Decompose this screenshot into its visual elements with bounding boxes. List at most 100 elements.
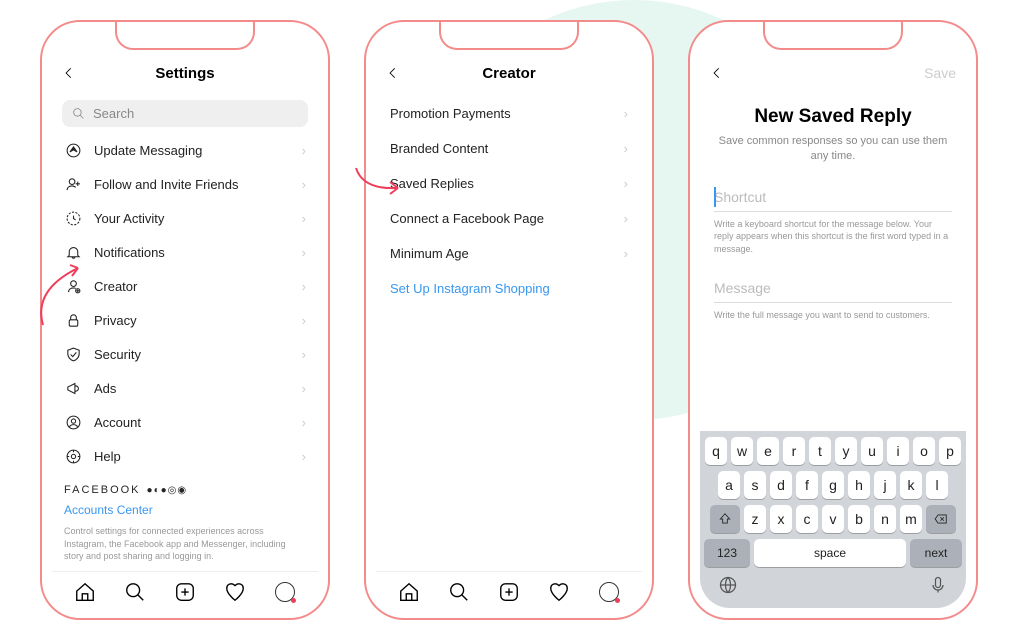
header: Save [700, 46, 966, 96]
key-j[interactable]: j [874, 471, 896, 499]
message-input[interactable]: Message [714, 274, 952, 303]
brand-icons: ●◐●◎◉ [147, 484, 188, 498]
settings-row-label: Update Messaging [94, 143, 290, 158]
shortcut-input[interactable]: Shortcut [714, 183, 952, 212]
chevron-right-icon: › [302, 211, 306, 226]
backspace-icon [933, 512, 949, 526]
globe-icon [718, 575, 738, 595]
settings-row-activity[interactable]: Your Activity › [52, 201, 318, 235]
invite-icon [64, 175, 82, 193]
messaging-icon [64, 141, 82, 159]
creator-row[interactable]: Saved Replies› [376, 166, 642, 201]
key-w[interactable]: w [731, 437, 753, 465]
creator-row[interactable]: Branded Content› [376, 131, 642, 166]
arrow-annotation-saved-replies [348, 158, 408, 208]
key-e[interactable]: e [757, 437, 779, 465]
tab-activity[interactable] [223, 580, 247, 604]
key-mic[interactable] [928, 575, 948, 600]
accounts-center-link[interactable]: Accounts Center [64, 502, 306, 519]
chevron-right-icon: › [624, 176, 628, 191]
key-t[interactable]: t [809, 437, 831, 465]
settings-row-messaging[interactable]: Update Messaging› [52, 133, 318, 167]
settings-row-label: Notifications [94, 245, 290, 260]
search-input[interactable]: Search [62, 100, 308, 127]
key-m[interactable]: m [900, 505, 922, 533]
creator-row[interactable]: Minimum Age› [376, 236, 642, 271]
key-c[interactable]: c [796, 505, 818, 533]
key-backspace[interactable] [926, 505, 956, 533]
tab-activity[interactable] [547, 580, 571, 604]
creator-row[interactable]: Connect a Facebook Page› [376, 201, 642, 236]
tab-profile[interactable] [273, 580, 297, 604]
settings-row-shield[interactable]: Security› [52, 337, 318, 371]
key-a[interactable]: a [718, 471, 740, 499]
chevron-right-icon: › [302, 245, 306, 260]
key-q[interactable]: q [705, 437, 727, 465]
save-button[interactable]: Save [916, 65, 956, 81]
key-v[interactable]: v [822, 505, 844, 533]
creator-row-label: Branded Content [390, 141, 612, 156]
search-placeholder: Search [93, 106, 134, 121]
chevron-right-icon: › [302, 279, 306, 294]
search-icon [72, 107, 85, 120]
creator-row-label: Connect a Facebook Page [390, 211, 612, 226]
page-title: Settings [82, 65, 288, 82]
ios-keyboard: qwertyuiop asdfghjkl zxcvbnm 123 space n… [700, 431, 966, 608]
tab-create[interactable] [173, 580, 197, 604]
settings-row-invite[interactable]: Follow and Invite Friends› [52, 167, 318, 201]
key-n[interactable]: n [874, 505, 896, 533]
tab-home[interactable] [397, 580, 421, 604]
key-x[interactable]: x [770, 505, 792, 533]
chevron-right-icon: › [302, 177, 306, 192]
key-r[interactable]: r [783, 437, 805, 465]
key-k[interactable]: k [900, 471, 922, 499]
footer: FACEBOOK ●◐●◎◉ Accounts Center Control s… [52, 473, 318, 571]
key-y[interactable]: y [835, 437, 857, 465]
tab-search[interactable] [447, 580, 471, 604]
chevron-right-icon: › [302, 313, 306, 328]
nsr-subtitle: Save common responses so you can use the… [718, 134, 948, 165]
key-shift[interactable] [710, 505, 740, 533]
key-o[interactable]: o [913, 437, 935, 465]
settings-row-label: Creator [94, 279, 290, 294]
key-h[interactable]: h [848, 471, 870, 499]
tab-bar [376, 571, 642, 608]
key-next[interactable]: next [910, 539, 962, 567]
tab-home[interactable] [73, 580, 97, 604]
chevron-right-icon: › [624, 246, 628, 261]
key-p[interactable]: p [939, 437, 961, 465]
plus-icon [498, 581, 520, 603]
settings-row-ads[interactable]: Ads› [52, 371, 318, 405]
chevron-right-icon: › [624, 106, 628, 121]
tab-create[interactable] [497, 580, 521, 604]
key-emoji[interactable] [718, 575, 738, 600]
key-u[interactable]: u [861, 437, 883, 465]
setup-shopping-link[interactable]: Set Up Instagram Shopping [376, 271, 642, 306]
key-g[interactable]: g [822, 471, 844, 499]
creator-row[interactable]: Promotion Payments› [376, 96, 642, 131]
key-space[interactable]: space [754, 539, 906, 567]
settings-row-help[interactable]: Help› [52, 439, 318, 473]
tab-search[interactable] [123, 580, 147, 604]
settings-row-label: Your Activity [94, 211, 290, 226]
page-title: Creator [406, 65, 612, 82]
tab-profile[interactable] [597, 580, 621, 604]
key-d[interactable]: d [770, 471, 792, 499]
key-i[interactable]: i [887, 437, 909, 465]
back-button[interactable] [386, 60, 406, 86]
key-z[interactable]: z [744, 505, 766, 533]
key-f[interactable]: f [796, 471, 818, 499]
key-b[interactable]: b [848, 505, 870, 533]
back-button[interactable] [710, 60, 730, 86]
heart-icon [224, 581, 246, 603]
settings-row-account[interactable]: Account› [52, 405, 318, 439]
back-button[interactable] [62, 60, 82, 86]
key-numbers[interactable]: 123 [704, 539, 750, 567]
header: Creator [376, 46, 642, 96]
creator-list: Promotion Payments›Branded Content›Saved… [376, 96, 642, 571]
header: Settings [52, 46, 318, 96]
mic-icon [928, 575, 948, 595]
chevron-left-icon [62, 66, 76, 80]
key-l[interactable]: l [926, 471, 948, 499]
key-s[interactable]: s [744, 471, 766, 499]
